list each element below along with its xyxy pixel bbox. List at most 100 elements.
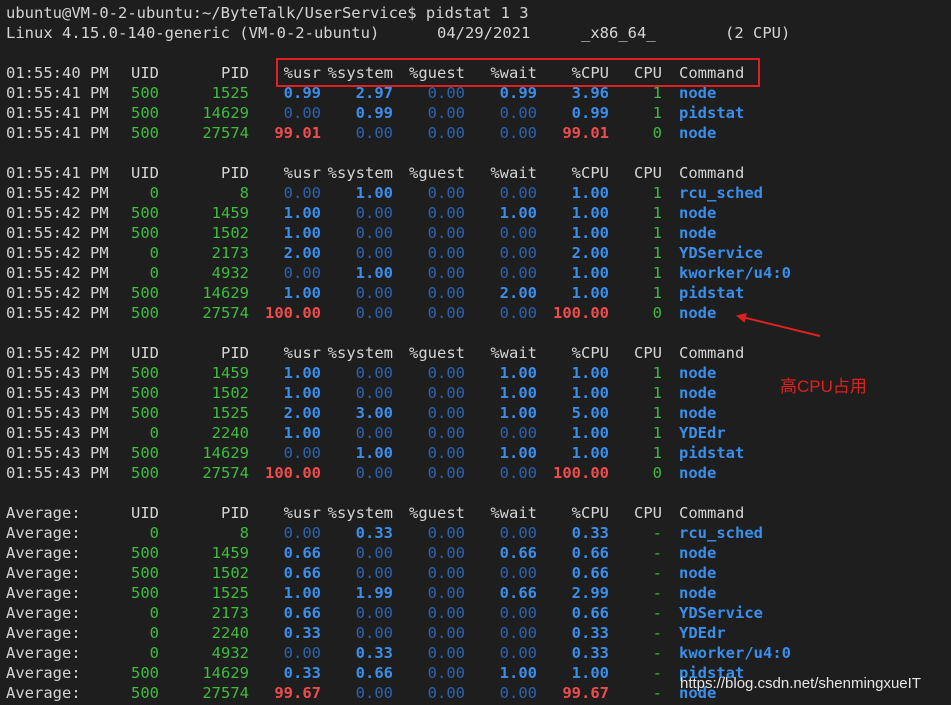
- cell-sys: 0.66: [355, 664, 393, 682]
- cell-uid: 500: [131, 664, 159, 682]
- column-header: %usr: [283, 64, 321, 82]
- cell-cmd: kworker/u4:0: [679, 644, 791, 662]
- column-header: %wait: [490, 344, 537, 362]
- cell-time: 01:55:42 PM: [6, 264, 109, 282]
- cell-uid: 500: [131, 684, 159, 702]
- cell-cmd: node: [679, 464, 717, 482]
- cell-wait: 0.66: [499, 544, 537, 562]
- cell-cmd: node: [679, 84, 717, 102]
- column-header: %usr: [283, 164, 321, 182]
- cell-wait: 0.00: [499, 464, 537, 482]
- cell-cpu-pct: 1.00: [571, 264, 609, 282]
- table-row: Average: 500 1525 1.00 1.99 0.00 0.66 2.99 - node: [0, 583, 951, 603]
- cell-cpu-pct: 1.00: [571, 284, 609, 302]
- cell-cpu: 1: [652, 264, 662, 282]
- cell-wait: 0.00: [499, 644, 537, 662]
- cell-cpu: -: [652, 684, 662, 702]
- cell-pid: 1502: [211, 384, 249, 402]
- cell-sys: 0.00: [355, 424, 393, 442]
- cell-time: 01:55:43 PM: [6, 444, 109, 462]
- cell-cpu-pct: 0.33: [571, 524, 609, 542]
- cell-cpu-pct: 1.00: [571, 364, 609, 382]
- table-row: 01:55:42 PM 0 8 0.00 1.00 0.00 0.00 1.00 1 rcu_sc…: [0, 183, 951, 203]
- column-header: %CPU: [571, 504, 609, 522]
- cell-time: 01:55:42 PM: [6, 184, 109, 202]
- cell-sys: 2.97: [355, 84, 393, 102]
- cell-uid: 500: [131, 444, 159, 462]
- cell-cmd: node: [679, 404, 717, 422]
- cell-guest: 0.00: [427, 524, 465, 542]
- cell-time: 01:55:41 PM: [6, 84, 109, 102]
- cell-cpu-pct: 0.33: [571, 624, 609, 642]
- cell-uid: 500: [131, 304, 159, 322]
- prompt-line: ubuntu@VM-0-2-ubuntu:~/ByteTalk/UserServ…: [0, 3, 951, 23]
- row-time: 01:55:40 PM: [6, 64, 109, 82]
- cell-cpu-pct: 1.00: [571, 224, 609, 242]
- column-header: Command: [679, 504, 745, 522]
- cell-time: 01:55:41 PM: [6, 104, 109, 122]
- cell-cmd: node: [679, 564, 717, 582]
- cell-pid: 27574: [202, 124, 249, 142]
- cell-cpu-pct: 5.00: [571, 404, 609, 422]
- terminal-window[interactable]: ubuntu@VM-0-2-ubuntu:~/ByteTalk/UserServ…: [0, 0, 951, 705]
- column-header: CPU: [634, 504, 662, 522]
- cell-cpu-pct: 1.00: [571, 384, 609, 402]
- cell-usr: 1.00: [283, 204, 321, 222]
- table-row: Average: 0 4932 0.00 0.33 0.00 0.00 0.33 - kworke…: [0, 643, 951, 663]
- cell-pid: 14629: [202, 444, 249, 462]
- cell-guest: 0.00: [427, 444, 465, 462]
- cell-sys: 1.00: [355, 264, 393, 282]
- cell-sys: 0.00: [355, 464, 393, 482]
- cell-cpu-pct: 3.96: [571, 84, 609, 102]
- sysinfo-cpus: (2 CPU): [725, 24, 791, 42]
- cell-pid: 27574: [202, 464, 249, 482]
- cell-time: 01:55:43 PM: [6, 384, 109, 402]
- cell-usr: 0.00: [283, 264, 321, 282]
- cell-pid: 2173: [211, 244, 249, 262]
- cell-pid: 14629: [202, 664, 249, 682]
- cell-cpu: 0: [652, 124, 662, 142]
- table-row: 01:55:43 PM 0 2240 1.00 0.00 0.00 0.00 1.00 1 YDE…: [0, 423, 951, 443]
- cell-usr: 1.00: [283, 224, 321, 242]
- cell-sys: 0.00: [355, 244, 393, 262]
- cell-wait: 1.00: [499, 444, 537, 462]
- cell-usr: 0.00: [283, 524, 321, 542]
- cell-cmd: YDEdr: [679, 424, 726, 442]
- cell-cmd: node: [679, 124, 717, 142]
- cell-uid: 500: [131, 384, 159, 402]
- cell-uid: 500: [131, 464, 159, 482]
- cell-guest: 0.00: [427, 684, 465, 702]
- cell-usr: 2.00: [283, 244, 321, 262]
- cell-uid: 0: [149, 244, 159, 262]
- cell-pid: 14629: [202, 104, 249, 122]
- column-header: %guest: [409, 504, 465, 522]
- cell-usr: 0.66: [283, 544, 321, 562]
- cell-time: 01:55:42 PM: [6, 204, 109, 222]
- sysinfo-line: Linux 4.15.0-140-generic (VM-0-2-ubuntu)…: [0, 23, 951, 43]
- cell-usr: 0.99: [283, 84, 321, 102]
- row-time: 01:55:41 PM: [6, 164, 109, 182]
- cell-uid: 0: [149, 604, 159, 622]
- column-header: %usr: [283, 344, 321, 362]
- cell-guest: 0.00: [427, 564, 465, 582]
- cell-time: Average:: [6, 664, 81, 682]
- cell-time: 01:55:43 PM: [6, 464, 109, 482]
- cell-cmd: node: [679, 384, 717, 402]
- cell-cpu: -: [652, 664, 662, 682]
- cell-usr: 0.00: [283, 184, 321, 202]
- cell-cpu-pct: 1.00: [571, 424, 609, 442]
- watermark-text: https://blog.csdn.net/shenmingxueIT: [680, 675, 921, 692]
- cell-cpu: 1: [652, 404, 662, 422]
- cell-wait: 0.00: [499, 524, 537, 542]
- column-header: PID: [221, 344, 249, 362]
- cell-guest: 0.00: [427, 284, 465, 302]
- cell-wait: 0.00: [499, 224, 537, 242]
- table-row: 01:55:42 PM 500 14629 1.00 0.00 0.00 2.00 1.00 1…: [0, 283, 951, 303]
- cell-cpu: 1: [652, 444, 662, 462]
- cell-guest: 0.00: [427, 604, 465, 622]
- cell-sys: 0.99: [355, 104, 393, 122]
- cell-cpu-pct: 1.00: [571, 444, 609, 462]
- cell-uid: 500: [131, 584, 159, 602]
- cell-cmd: node: [679, 304, 717, 322]
- cell-guest: 0.00: [427, 84, 465, 102]
